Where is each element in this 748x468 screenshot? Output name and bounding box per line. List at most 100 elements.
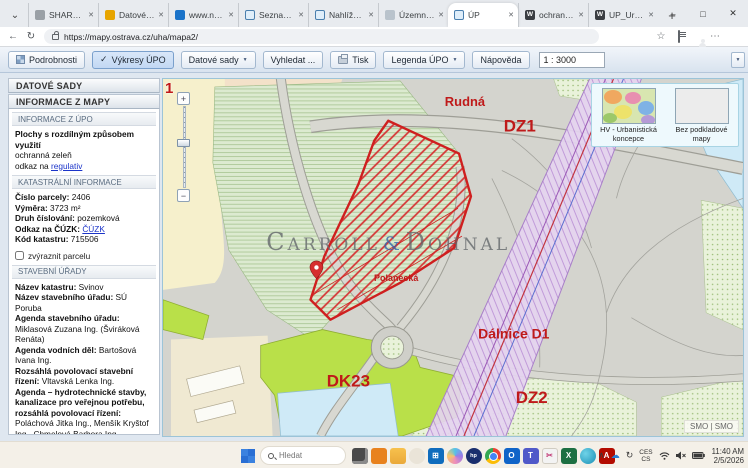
scale-input[interactable] xyxy=(539,52,605,68)
row-rozsahla-rizeni: Rozsáhlá povolovací stavební řízení: Vlt… xyxy=(15,366,153,387)
language-indicator[interactable]: CES CS xyxy=(639,449,652,463)
taskbar-center: ⊞ hp O T ✂ X A xyxy=(236,442,616,468)
teams-icon[interactable]: T xyxy=(523,448,539,464)
microsoft-store-icon[interactable]: ⊞ xyxy=(428,448,444,464)
tab-seznam-nemovitosti[interactable]: Seznam nem ✕ xyxy=(238,3,308,27)
row-odkaz-cuzk: Odkaz na ČÚZK: ČÚZK xyxy=(15,224,153,235)
task-view-icon[interactable] xyxy=(352,448,368,464)
watermark-ampersand: & xyxy=(383,233,403,255)
printer-icon xyxy=(338,56,348,64)
datove-sady-dropdown[interactable]: Datové sady ▼ xyxy=(181,51,256,69)
collections-icon[interactable] xyxy=(670,31,688,42)
close-button[interactable]: ✕ xyxy=(718,0,748,27)
sync-icon[interactable]: ↻ xyxy=(626,450,634,461)
zoom-in-button[interactable]: + xyxy=(177,92,190,105)
tab-shared-list[interactable]: SHARED LIST ✕ xyxy=(28,3,98,27)
tisk-button[interactable]: Tisk xyxy=(330,51,376,69)
photos-app-icon[interactable] xyxy=(580,448,596,464)
sidebar-item-datove-sady[interactable]: DATOVÉ SADY xyxy=(8,78,160,93)
tisk-label: Tisk xyxy=(352,55,368,65)
cuzk-link[interactable]: ČÚZK xyxy=(82,224,105,234)
tab-close-icon[interactable]: ✕ xyxy=(648,11,654,19)
row-value: Vltavská Lenka Ing. xyxy=(39,376,114,386)
vyhledat-button[interactable]: Vyhledat ... xyxy=(263,51,324,69)
row-value: Svinov xyxy=(76,282,103,292)
refresh-button[interactable]: ↻ xyxy=(22,31,40,42)
stavebni-body: Název katastru: Svinov Název stavebního … xyxy=(9,282,159,436)
taskbar-clock[interactable]: 11:40 AM 2/5/2026 xyxy=(712,447,744,465)
minimize-button[interactable]: – xyxy=(658,0,688,27)
highlight-parcel-checkbox[interactable] xyxy=(15,251,24,260)
address-bar-actions: ☆ ⋯ xyxy=(652,31,748,42)
maximize-button[interactable]: □ xyxy=(688,0,718,27)
row-nazev-katastru: Název katastru: Svinov xyxy=(15,282,153,293)
hp-app-icon[interactable]: hp xyxy=(466,448,482,464)
tab-label: ochranna_zel xyxy=(539,10,575,20)
office-app-icon[interactable] xyxy=(371,448,387,464)
start-button[interactable] xyxy=(241,449,255,463)
taskbar-search[interactable] xyxy=(260,446,346,465)
chrome-icon[interactable] xyxy=(485,448,501,464)
excel-icon[interactable]: X xyxy=(561,448,577,464)
url-field[interactable]: https://mapy.ostrava.cz/uha/mapa2/ xyxy=(44,29,599,44)
back-button[interactable]: ← xyxy=(4,31,22,42)
label-dk23: DK23 xyxy=(327,371,370,390)
basemap-option-none[interactable]: Bez podkladové mapy xyxy=(670,88,734,146)
mini-map xyxy=(603,89,655,123)
tab-close-icon[interactable]: ✕ xyxy=(88,11,94,19)
tab-close-icon[interactable]: ✕ xyxy=(578,11,584,19)
regulativ-link[interactable]: regulativ xyxy=(51,161,82,171)
legenda-upo-dropdown[interactable]: Legenda ÚPO ▼ xyxy=(383,51,465,69)
snipping-tool-icon[interactable]: ✂ xyxy=(542,448,558,464)
volume-muted-icon[interactable] xyxy=(676,451,686,460)
tab-close-icon[interactable]: ✕ xyxy=(368,11,374,19)
tab-datove-schranky[interactable]: Datové schrá ✕ xyxy=(98,3,168,27)
zoom-out-button[interactable]: − xyxy=(177,189,190,202)
podrobnosti-button[interactable]: Podrobnosti xyxy=(8,51,85,69)
tab-ochranna-zelen[interactable]: W ochranna_zel ✕ xyxy=(518,3,588,27)
copilot-app-icon[interactable] xyxy=(447,448,463,464)
tab-close-icon[interactable]: ✕ xyxy=(508,11,514,19)
more-menu-icon[interactable]: ⋯ xyxy=(706,31,724,42)
tab-label: ÚP xyxy=(468,10,505,20)
tab-close-icon[interactable]: ✕ xyxy=(298,11,304,19)
file-explorer-icon[interactable] xyxy=(390,448,406,464)
bookmark-star-icon[interactable]: ☆ xyxy=(652,31,670,42)
battery-icon[interactable] xyxy=(692,452,705,459)
zoom-track[interactable] xyxy=(183,106,186,188)
basemap-label-none: Bez podkladové mapy xyxy=(670,126,734,143)
tab-nahlizeni[interactable]: www.nahlizen ✕ xyxy=(168,3,238,27)
search-input[interactable] xyxy=(279,451,334,460)
onedrive-cloud-icon[interactable]: ☁ xyxy=(611,450,620,461)
row-kod-katastru: Kód katastru: 715506 xyxy=(15,234,153,245)
outlook-icon[interactable]: O xyxy=(504,448,520,464)
globe-icon xyxy=(245,10,255,20)
tab-close-icon[interactable]: ✕ xyxy=(228,11,234,19)
basemap-option-hv[interactable]: HV - Urbanistická koncepce xyxy=(597,88,661,146)
wordpress-icon: W xyxy=(595,10,605,20)
tab-up-urbanismus[interactable]: W UP_Urbanism ✕ xyxy=(588,3,658,27)
wifi-icon[interactable] xyxy=(659,451,670,460)
tab-nahlizeni-do[interactable]: Nahlížení do ✕ xyxy=(308,3,378,27)
tab-close-icon[interactable]: ✕ xyxy=(438,11,444,19)
tray-expand-icon[interactable]: ∧ xyxy=(598,450,605,461)
scale-combo-caret[interactable]: ▼ xyxy=(731,52,745,68)
map-viewport[interactable]: Rudná DZ1 Polanecká Dálnice D1 DK23 DZ2 … xyxy=(162,78,744,437)
browser-address-bar: ← ↻ https://mapy.ostrava.cz/uha/mapa2/ ☆… xyxy=(0,27,748,47)
tab-label: Seznam nem xyxy=(259,10,295,20)
vykresy-upo-toggle[interactable]: ✓ Výkresy ÚPO xyxy=(92,51,174,69)
databox-icon xyxy=(105,10,115,20)
language-line2: CS xyxy=(641,456,650,463)
tab-up-active[interactable]: ÚP ✕ xyxy=(448,3,518,27)
sidebar: DATOVÉ SADY INFORMACE Z MAPY INFORMACE Z… xyxy=(8,78,160,437)
tab-uzemni-plan[interactable]: Územní plán ✕ xyxy=(378,3,448,27)
tab-search-button[interactable]: ⌄ xyxy=(4,5,26,25)
napoveda-button[interactable]: Nápověda xyxy=(472,51,529,69)
edge-browser-icon[interactable] xyxy=(409,448,425,464)
zoom-handle[interactable] xyxy=(177,139,190,147)
check-icon: ✓ xyxy=(100,54,108,65)
chevron-down-icon: ▼ xyxy=(243,57,248,63)
sidebar-item-informace-z-mapy[interactable]: INFORMACE Z MAPY xyxy=(8,94,160,109)
row-agenda-vodnich-del: Agenda vodních děl: Bartošová Ivana Ing. xyxy=(15,345,153,366)
tab-close-icon[interactable]: ✕ xyxy=(158,11,164,19)
